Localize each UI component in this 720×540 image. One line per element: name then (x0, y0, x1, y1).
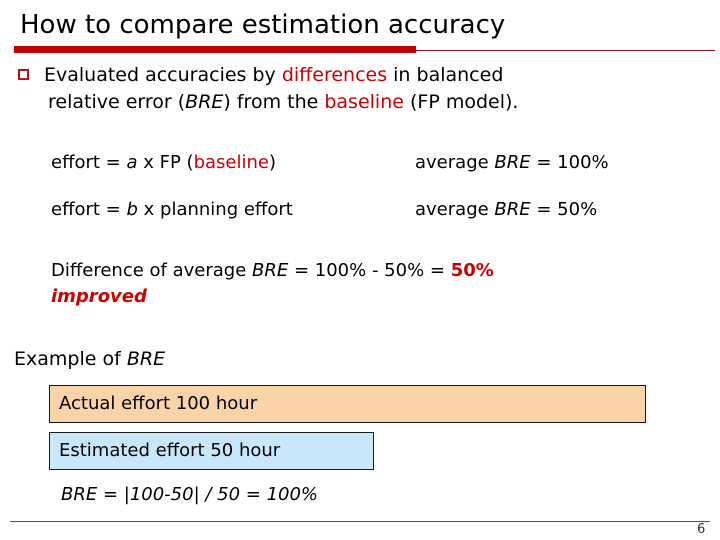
difference-emphasis: improved (51, 286, 147, 307)
slide-canvas: How to compare estimation accuracy Evalu… (0, 0, 720, 540)
bullet-text: Evaluated accuracies by differences in b… (44, 62, 708, 116)
bullet-item: Evaluated accuracies by differences in b… (14, 62, 708, 116)
row1-left-text-mid: x FP ( (137, 152, 194, 173)
row1-left-italic: a (126, 152, 138, 173)
bullet-line1-text: Evaluated accuracies by (44, 64, 282, 86)
example-label-italic: BRE (126, 348, 166, 370)
row1-left-text-tail: ) (268, 152, 277, 173)
difference-value: 50% (450, 260, 494, 281)
row1-right-text-tail: = 100% (530, 152, 609, 173)
row2-left-text: effort = (51, 199, 127, 220)
row1-right-italic: BRE (494, 152, 531, 173)
page-title: How to compare estimation accuracy (20, 10, 506, 40)
bullet-line1-text-tail: in balanced (387, 64, 504, 86)
title-rule-thick (14, 46, 416, 53)
row1-left-text: effort = (51, 152, 127, 173)
bullet-line1-highlight: differences (281, 64, 388, 86)
bre-formula: BRE = |100-50| / 50 = 100% (61, 484, 319, 505)
actual-effort-box: Actual effort 100 hour (49, 385, 646, 423)
footer-rule (10, 521, 710, 522)
difference-italic: BRE (252, 260, 289, 281)
example-label-text: Example of (14, 348, 127, 370)
bullet-line2-text-tail: (FP model). (403, 91, 519, 113)
row2-right-italic: BRE (494, 199, 531, 220)
estimated-effort-box: Estimated effort 50 hour (49, 432, 374, 470)
bullet-line2-highlight: baseline (324, 91, 404, 113)
equation-row-1-left: effort = a x FP (baseline) (51, 151, 276, 175)
difference-text: Difference of average (51, 260, 252, 281)
bullet-line2-text: relative error ( (48, 91, 186, 113)
row2-right-text-tail: = 50% (530, 199, 598, 220)
difference-statement: Difference of average BRE = 100% - 50% =… (51, 258, 691, 310)
row2-left-text-mid: x planning effort (137, 199, 293, 220)
row2-left-italic: b (126, 199, 138, 220)
square-bullet-icon (18, 69, 29, 80)
row1-left-highlight: baseline (193, 152, 269, 173)
equation-row-2-left: effort = b x planning effort (51, 198, 293, 222)
equation-row-1-right: average BRE = 100% (415, 151, 609, 175)
example-label: Example of BRE (14, 346, 165, 372)
equation-row-2-right: average BRE = 50% (415, 198, 597, 222)
row2-right-text: average (415, 199, 495, 220)
page-number: 6 (697, 522, 706, 537)
difference-text-mid: = 100% - 50% = (288, 260, 451, 281)
bullet-line2: relative error (BRE) from the baseline (… (48, 89, 708, 116)
bullet-line2-text-mid: ) from the (223, 91, 325, 113)
row1-right-text: average (415, 152, 495, 173)
bullet-line2-italic: BRE (185, 91, 224, 113)
